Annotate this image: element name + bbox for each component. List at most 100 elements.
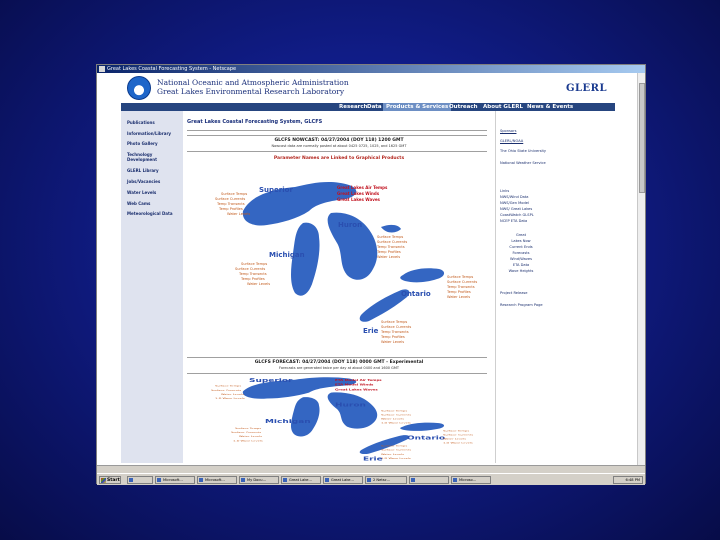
huron-param[interactable]: Surface Temps — [381, 409, 408, 412]
task-button[interactable] — [409, 476, 449, 484]
external-link[interactable]: NWS/Wind Data — [500, 195, 529, 199]
erie-param[interactable]: Water Levels — [381, 340, 404, 344]
project-link[interactable]: Project Release — [500, 291, 527, 295]
sidebar-item-meteorological-data[interactable]: Meteorological Data — [127, 211, 173, 217]
vertical-scrollbar[interactable] — [637, 73, 645, 465]
tab-data[interactable]: Data — [367, 103, 382, 111]
erie-param[interactable]: Temp Profiles — [380, 335, 405, 339]
ontario-param[interactable]: Surface Temps — [443, 429, 470, 432]
sidebar-item-water-levels[interactable]: Water Levels — [127, 190, 156, 196]
superior-param[interactable]: Surface Currents — [215, 197, 245, 201]
erie-param[interactable]: Water Levels — [381, 453, 405, 456]
huron-param[interactable]: 1-D Wave Levels — [381, 422, 411, 425]
label-ontario[interactable]: Ontario — [401, 290, 431, 298]
ontario-param[interactable]: Water Levels — [443, 437, 467, 440]
tab-products-services[interactable]: Products & Services — [383, 103, 452, 111]
link-waves[interactable]: Great Lakes Waves — [337, 197, 381, 202]
label-ontario[interactable]: Ontario — [407, 435, 445, 441]
center-link[interactable]: Wave Heights — [496, 269, 546, 273]
huron-param[interactable]: Water Levels — [377, 255, 400, 259]
sidebar-item-photo-gallery[interactable]: Photo Gallery — [127, 141, 158, 147]
superior-param[interactable]: Temp Transects — [216, 202, 245, 206]
link-eta-winds[interactable]: ETA Model Winds — [335, 383, 373, 386]
label-michigan[interactable]: Michigan — [265, 418, 311, 424]
center-link[interactable]: Great — [496, 233, 546, 237]
center-link[interactable]: ETA Data — [496, 263, 546, 267]
label-huron[interactable]: Huron — [335, 402, 366, 408]
superior-param[interactable]: Surface Temps — [215, 385, 242, 388]
erie-param[interactable]: Surface Temps — [381, 320, 407, 324]
huron-param[interactable]: Temp Profiles — [376, 250, 401, 254]
erie-param[interactable]: 1-D Wave Levels — [381, 457, 411, 460]
huron-param[interactable]: Temp Transects — [376, 245, 405, 249]
nws-link[interactable]: National Weather Service — [500, 161, 546, 165]
glerl-logo[interactable]: GLERL — [566, 83, 607, 94]
superior-param[interactable]: Water Levels — [221, 393, 245, 396]
superior-param[interactable]: Surface Currents — [211, 389, 242, 392]
superior-param[interactable]: 1-D Wave Levels — [215, 397, 245, 400]
michigan-param[interactable]: Temp Transects — [238, 272, 267, 276]
task-button[interactable]: Microsoft... — [155, 476, 195, 484]
michigan-param[interactable]: Water Levels — [239, 435, 263, 438]
ontario-param[interactable]: Surface Temps — [447, 275, 473, 279]
scrollbar-thumb[interactable] — [639, 83, 645, 193]
superior-param[interactable]: Temp Profiles — [218, 207, 243, 211]
external-link[interactable]: CoastWatch GLSPL — [500, 213, 534, 217]
michigan-param[interactable]: Surface Currents — [235, 267, 265, 271]
sidebar-item-web-cams[interactable]: Web Cams — [127, 201, 150, 207]
noaa-logo-icon[interactable] — [127, 76, 151, 100]
link-winds[interactable]: Great Lakes Winds — [337, 191, 380, 196]
ontario-param[interactable]: Temp Profiles — [446, 290, 471, 294]
ontario-param[interactable]: 1-D Wave Levels — [443, 441, 473, 444]
task-button[interactable]: Great Lake... — [323, 476, 363, 484]
center-link[interactable]: Lakes Now — [496, 239, 546, 243]
sidebar-item-glerl-library[interactable]: GLERL Library — [127, 168, 159, 174]
michigan-param[interactable]: Surface Temps — [241, 262, 267, 266]
sidebar-item-development[interactable]: Development — [127, 157, 157, 163]
superior-param[interactable]: Water Levels — [227, 212, 250, 216]
task-button[interactable]: My Docu... — [239, 476, 279, 484]
ontario-param[interactable]: Temp Transects — [446, 285, 475, 289]
external-link[interactable]: NCEP ETA Data — [500, 219, 527, 223]
erie-param[interactable]: Surface Temps — [381, 444, 408, 447]
task-button[interactable]: 2 Netsc... — [365, 476, 407, 484]
michigan-param[interactable]: 1-D Wave Levels — [233, 439, 263, 442]
label-erie[interactable]: Erie — [363, 327, 379, 335]
tab-research[interactable]: Research — [339, 103, 368, 111]
sidebar-item-jobs[interactable]: Jobs/Vacancies — [127, 179, 160, 185]
window-titlebar[interactable]: Great Lakes Coastal Forecasting System -… — [97, 65, 645, 73]
sidebar-item-information-library[interactable]: Information/Library — [127, 131, 171, 137]
osu-link[interactable]: The Ohio State University — [500, 149, 546, 153]
label-superior[interactable]: Superior — [249, 377, 293, 383]
sidebar-item-publications[interactable]: Publications — [127, 120, 155, 126]
huron-param[interactable]: Water Levels — [381, 417, 405, 420]
start-button[interactable]: Start — [99, 476, 121, 484]
huron-param[interactable]: Surface Temps — [377, 235, 403, 239]
research-program-link[interactable]: Research Program Page — [500, 303, 543, 307]
ontario-param[interactable]: Water Levels — [447, 295, 470, 299]
label-superior[interactable]: Superior — [259, 186, 293, 194]
label-huron[interactable]: Huron — [338, 221, 362, 229]
ontario-param[interactable]: Surface Currents — [443, 433, 474, 436]
huron-param[interactable]: Surface Currents — [377, 240, 407, 244]
task-button[interactable]: Microso... — [451, 476, 491, 484]
partner-link[interactable]: GLERL/NOAA — [500, 139, 523, 143]
external-link[interactable]: NWS/ Great Lakes — [500, 207, 532, 211]
external-link[interactable]: NWS/Gen Model — [500, 201, 529, 205]
label-michigan[interactable]: Michigan — [269, 251, 305, 259]
center-link[interactable]: Wind/Waves — [496, 257, 546, 261]
erie-param[interactable]: Temp Transects — [380, 330, 409, 334]
tab-about-glerl[interactable]: About GLERL — [483, 103, 523, 111]
tab-outreach[interactable]: Outreach — [449, 103, 478, 111]
erie-param[interactable]: Surface Currents — [381, 449, 412, 452]
michigan-param[interactable]: Surface Temps — [235, 427, 262, 430]
link-air-temps[interactable]: Great Lakes Air Temps — [337, 185, 388, 190]
michigan-param[interactable]: Water Levels — [247, 282, 270, 286]
center-link[interactable]: Forecasts — [496, 251, 546, 255]
task-button[interactable]: Microsoft... — [197, 476, 237, 484]
tab-news-events[interactable]: News & Events — [527, 103, 573, 111]
center-link[interactable]: Current Ends — [496, 245, 546, 249]
link-eta-air-temps[interactable]: ETA Model Air Temps — [335, 379, 382, 382]
system-tray[interactable]: 6:48 PM — [613, 476, 643, 484]
michigan-param[interactable]: Surface Currents — [231, 431, 262, 434]
